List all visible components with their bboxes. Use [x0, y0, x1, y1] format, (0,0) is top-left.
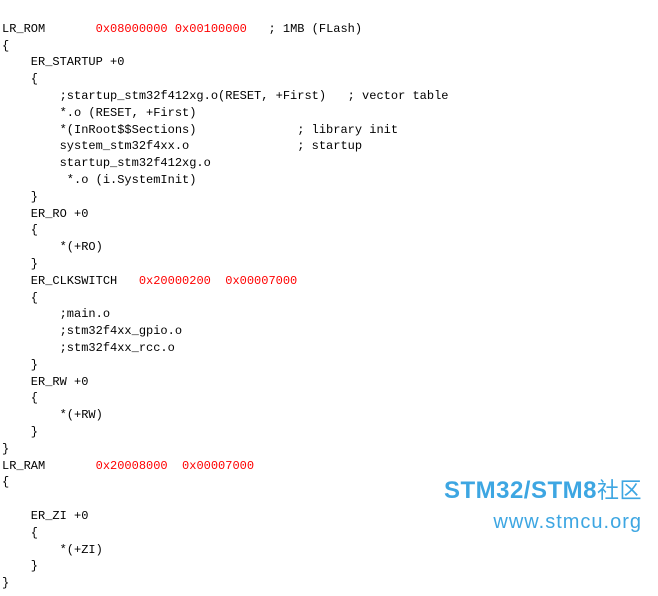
code-line: *(+ZI)	[2, 543, 103, 557]
hex-literal: 0x08000000	[96, 22, 168, 36]
code-line: ER_ZI +0	[2, 509, 88, 523]
token	[211, 274, 225, 288]
token	[168, 22, 175, 36]
code-line: ER_RO +0	[2, 207, 88, 221]
code-line: LR_ROM 0x08000000 0x00100000 ; 1MB (FLas…	[2, 22, 362, 36]
code-line: ;stm32f4xx_rcc.o	[2, 341, 175, 355]
code-line: {	[2, 72, 38, 86]
code-line: }	[2, 442, 9, 456]
code-line: ER_CLKSWITCH 0x20000200 0x00007000	[2, 274, 297, 288]
code-line: {	[2, 391, 38, 405]
code-line: {	[2, 475, 9, 489]
code-line: system_stm32f4xx.o ; startup	[2, 139, 362, 153]
hex-literal: 0x20000200	[139, 274, 211, 288]
code-line: ER_STARTUP +0	[2, 55, 124, 69]
code-line: {	[2, 291, 38, 305]
token	[168, 459, 182, 473]
code-line: *(InRoot$$Sections) ; library init	[2, 123, 398, 137]
code-line: ER_RW +0	[2, 375, 88, 389]
code-line: startup_stm32f412xg.o	[2, 156, 211, 170]
code-line: {	[2, 39, 9, 53]
comment: ; 1MB (FLash)	[247, 22, 362, 36]
code-line: }	[2, 559, 38, 573]
hex-literal: 0x00007000	[182, 459, 254, 473]
code-line: }	[2, 576, 9, 590]
hex-literal: 0x20008000	[96, 459, 168, 473]
code-line: *.o (i.SystemInit)	[2, 173, 196, 187]
token: LR_RAM	[2, 459, 96, 473]
code-line: *.o (RESET, +First)	[2, 106, 196, 120]
code-line: }	[2, 358, 38, 372]
token: LR_ROM	[2, 22, 96, 36]
code-line: LR_RAM 0x20008000 0x00007000	[2, 459, 254, 473]
code-line: *(+RO)	[2, 240, 103, 254]
code-line: }	[2, 257, 38, 271]
code-line: {	[2, 526, 38, 540]
code-line: ;startup_stm32f412xg.o(RESET, +First) ; …	[2, 89, 448, 103]
hex-literal: 0x00100000	[175, 22, 247, 36]
code-line: ;main.o	[2, 307, 110, 321]
code-line: }	[2, 425, 38, 439]
code-line: }	[2, 190, 38, 204]
code-block: LR_ROM 0x08000000 0x00100000 ; 1MB (FLas…	[0, 0, 658, 596]
token: ER_CLKSWITCH	[2, 274, 139, 288]
code-line: *(+RW)	[2, 408, 103, 422]
code-line: ;stm32f4xx_gpio.o	[2, 324, 182, 338]
code-line: {	[2, 223, 38, 237]
hex-literal: 0x00007000	[225, 274, 297, 288]
